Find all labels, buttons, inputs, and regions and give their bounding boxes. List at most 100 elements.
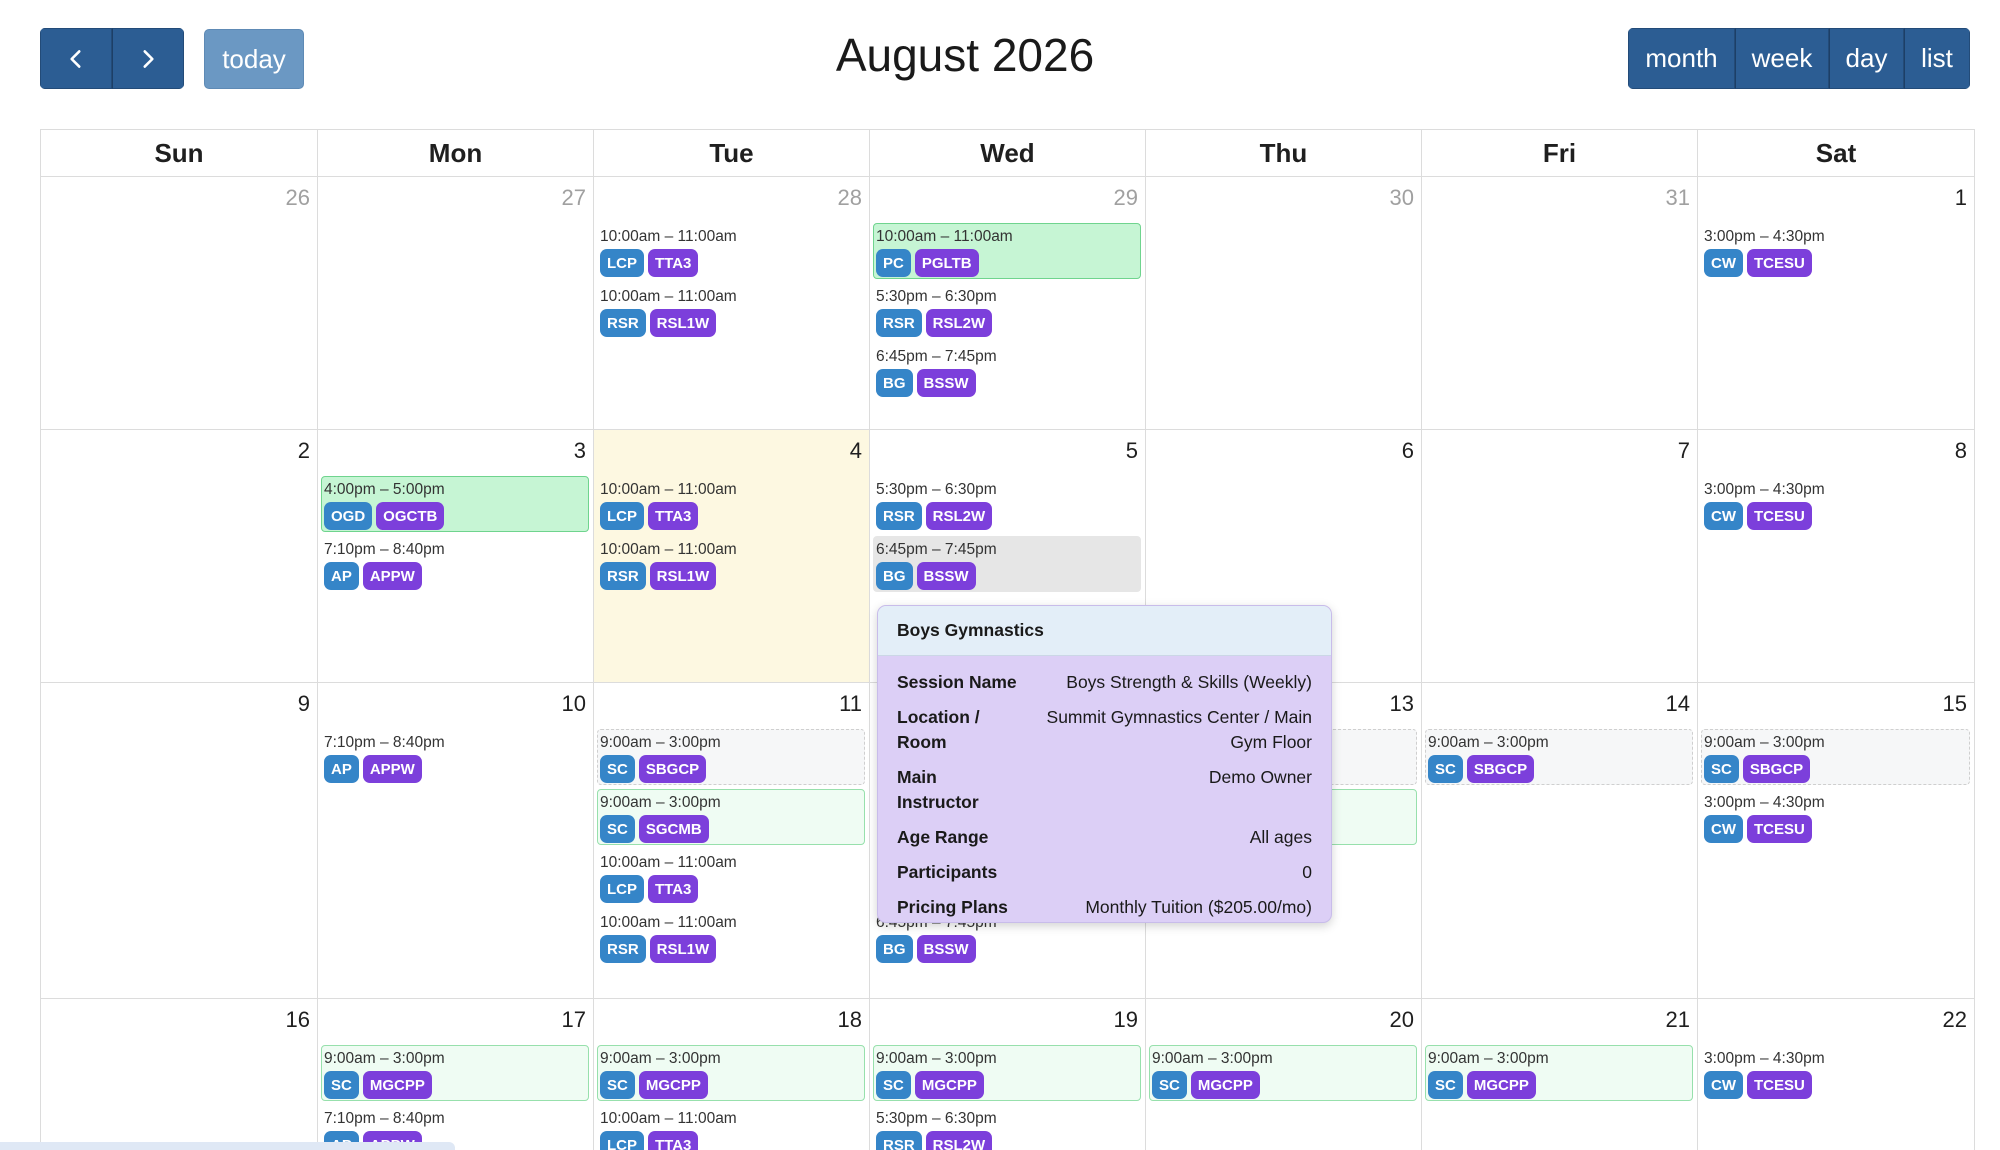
popover-row: Age Range All ages [897,825,1312,850]
calendar-event[interactable]: 7:10pm – 8:40pm APAPPW [321,729,589,785]
calendar-event[interactable]: 3:00pm – 4:30pm CW TCESU [1701,1045,1970,1101]
day-number[interactable]: 5 [1126,438,1138,464]
view-month-button[interactable]: month [1628,28,1735,89]
session-tag: RSL2W [925,1131,993,1150]
view-week-button[interactable]: week [1735,28,1829,89]
prev-month-button[interactable] [40,28,112,89]
day-cell[interactable]: 30 [1145,177,1421,430]
day-number[interactable]: 20 [1390,1007,1414,1033]
calendar-event[interactable]: 10:00am – 11:00am RSR RSL1W [597,283,865,339]
event-tags: CW TCESU [1704,249,1967,277]
day-cell[interactable]: 1 3:00pm – 4:30pm CW TCESU [1697,177,1975,430]
day-cell[interactable]: 2 [40,430,317,683]
event-time: 9:00am – 3:00pm [1428,1050,1549,1067]
day-cell[interactable]: 22 3:00pm – 4:30pm CW TCESU [1697,999,1975,1150]
day-cell[interactable]: 26 [40,177,317,430]
day-number[interactable]: 17 [562,1007,586,1033]
day-number[interactable]: 8 [1955,438,1967,464]
day-number[interactable]: 22 [1943,1007,1967,1033]
day-number[interactable]: 28 [838,185,862,211]
calendar-event[interactable]: 9:00am – 3:00pm SC MGCPP [1149,1045,1417,1101]
calendar-event[interactable]: 4:00pm – 5:00pm OGD OGCTB [321,476,589,532]
day-number[interactable]: 7 [1678,438,1690,464]
day-number[interactable]: 29 [1114,185,1138,211]
calendar-event[interactable]: 9:00am – 3:00pm SC MGCPP [1425,1045,1693,1101]
day-cell[interactable]: 16 [40,999,317,1150]
day-cell[interactable]: 19 9:00am – 3:00pm SC MGCPP 5:30pm – 6:30pm R… [869,999,1145,1150]
calendar-event[interactable]: 10:00am – 11:00am RSR RSL1W [597,909,865,965]
calendar-event[interactable]: 10:00am – 11:00am LCP TTA3 [597,849,865,905]
day-number[interactable]: 3 [574,438,586,464]
instructor-tag: SC [600,1071,635,1099]
calendar-event[interactable]: 9:00am – 3:00pm SC MGCPP [321,1045,589,1101]
day-number[interactable]: 14 [1666,691,1690,717]
popover-value: Boys Strength & Skills (Weekly) [1066,672,1312,692]
horizontal-scrollbar[interactable] [0,1142,455,1150]
day-events: 10:00am – 11:00am LCP TTA3 10:00am – 11:00a… [597,476,865,596]
calendar-event[interactable]: 3:00pm – 4:30pm CW TCESU [1701,223,1970,279]
day-events: 4:00pm – 5:00pm OGD OGCTB 7:10pm – 8:40pm AP… [321,476,589,596]
calendar-event[interactable]: 6:45pm – 7:45pm BGBSSW [873,343,1141,399]
day-cell[interactable]: 15 9:00am – 3:00pm SC SBGCP 3:00pm – 4:30pm C… [1697,683,1975,999]
view-day-button[interactable]: day [1829,28,1904,89]
popover-label: Main Instructor [897,767,979,812]
day-cell[interactable]: 20 9:00am – 3:00pm SC MGCPP [1145,999,1421,1150]
calendar-event[interactable]: 10:00am – 11:00am PC PGLTB [873,223,1141,279]
calendar-event[interactable]: 10:00am – 11:00am LCP TTA3 [597,1105,865,1150]
day-cell[interactable]: 9 [40,683,317,999]
view-list-button[interactable]: list [1904,28,1970,89]
view-button-group: month week day list [1628,28,1970,89]
event-tags: SC SBGCP [600,755,862,783]
day-number[interactable]: 4 [850,438,862,464]
calendar-event[interactable]: 10:00am – 11:00am LCP TTA3 [597,476,865,532]
day-number[interactable]: 18 [838,1007,862,1033]
day-cell[interactable]: 28 10:00am – 11:00am LCP TTA3 10:00am – 11:0… [593,177,869,430]
calendar-event[interactable]: 5:30pm – 6:30pm RSR RSL2W [873,476,1141,532]
day-cell[interactable]: 27 [317,177,593,430]
calendar-event[interactable]: 9:00am – 3:00pm SC MGCPP [873,1045,1141,1101]
day-cell[interactable]: 31 [1421,177,1697,430]
day-number[interactable]: 13 [1390,691,1414,717]
day-cell[interactable]: 3 4:00pm – 5:00pm OGD OGCTB 7:10pm – 8:40pm A… [317,430,593,683]
day-cell[interactable]: 21 9:00am – 3:00pm SC MGCPP [1421,999,1697,1150]
day-number[interactable]: 30 [1390,185,1414,211]
day-number[interactable]: 31 [1666,185,1690,211]
next-month-button[interactable] [112,28,184,89]
popover-title: Boys Gymnastics [878,606,1331,656]
calendar-event[interactable]: 9:00am – 3:00pm SC SBGCP [1425,729,1693,785]
calendar-event[interactable]: 9:00am – 3:00pm SC SBGCP [597,729,865,785]
calendar-event[interactable]: 9:00am – 3:00pm SC SGCMB [597,789,865,845]
day-number[interactable]: 6 [1402,438,1414,464]
day-number[interactable]: 11 [839,691,862,717]
calendar-event[interactable]: 10:00am – 11:00am RSR RSL1W [597,536,865,592]
today-button[interactable]: today [204,29,304,89]
day-number[interactable]: 15 [1943,691,1967,717]
day-number[interactable]: 1 [1955,185,1967,211]
calendar-event[interactable]: 3:00pm – 4:30pm CW TCESU [1701,789,1970,845]
calendar-event[interactable]: 9:00am – 3:00pm SC SBGCP [1701,729,1970,785]
day-cell[interactable]: 29 10:00am – 11:00am PC PGLTB 5:30pm – 6:30p… [869,177,1145,430]
day-number[interactable]: 26 [286,185,310,211]
day-cell[interactable]: 4 10:00am – 11:00am LCP TTA3 10:00am – 11:00… [593,430,869,683]
day-number[interactable]: 21 [1666,1007,1690,1033]
calendar-event[interactable]: 10:00am – 11:00am LCP TTA3 [597,223,865,279]
day-number[interactable]: 16 [286,1007,310,1033]
day-cell[interactable]: 7 [1421,430,1697,683]
day-number[interactable]: 9 [298,691,310,717]
calendar-event[interactable]: 9:00am – 3:00pm SC MGCPP [597,1045,865,1101]
day-cell[interactable]: 18 9:00am – 3:00pm SC MGCPP 10:00am – 11:00a… [593,999,869,1150]
day-number[interactable]: 19 [1114,1007,1138,1033]
day-cell[interactable]: 10 7:10pm – 8:40pm AP APPW [317,683,593,999]
day-number[interactable]: 27 [562,185,586,211]
calendar-event[interactable]: 3:00pm – 4:30pm CW TCESU [1701,476,1970,532]
day-number[interactable]: 10 [562,691,586,717]
day-cell[interactable]: 8 3:00pm – 4:30pm CW TCESU [1697,430,1975,683]
calendar-event[interactable]: 6:45pm – 7:45pm BGBSSW [873,536,1141,592]
day-number[interactable]: 2 [298,438,310,464]
calendar-event[interactable]: 5:30pm – 6:30pm RSR RSL2W [873,283,1141,339]
calendar-event[interactable]: 5:30pm – 6:30pm RSR RSL2W [873,1105,1141,1150]
day-cell[interactable]: 11 9:00am – 3:00pm SC SBGCP 9:00am – 3:00pm S… [593,683,869,999]
calendar-event[interactable]: 7:10pm – 8:40pm APAPPW [321,536,589,592]
day-cell[interactable]: 179:00am – 3:00pmSCMGCPP7:10pm – 8:40pmA… [317,999,593,1150]
day-cell[interactable]: 14 9:00am – 3:00pm SC SBGCP [1421,683,1697,999]
